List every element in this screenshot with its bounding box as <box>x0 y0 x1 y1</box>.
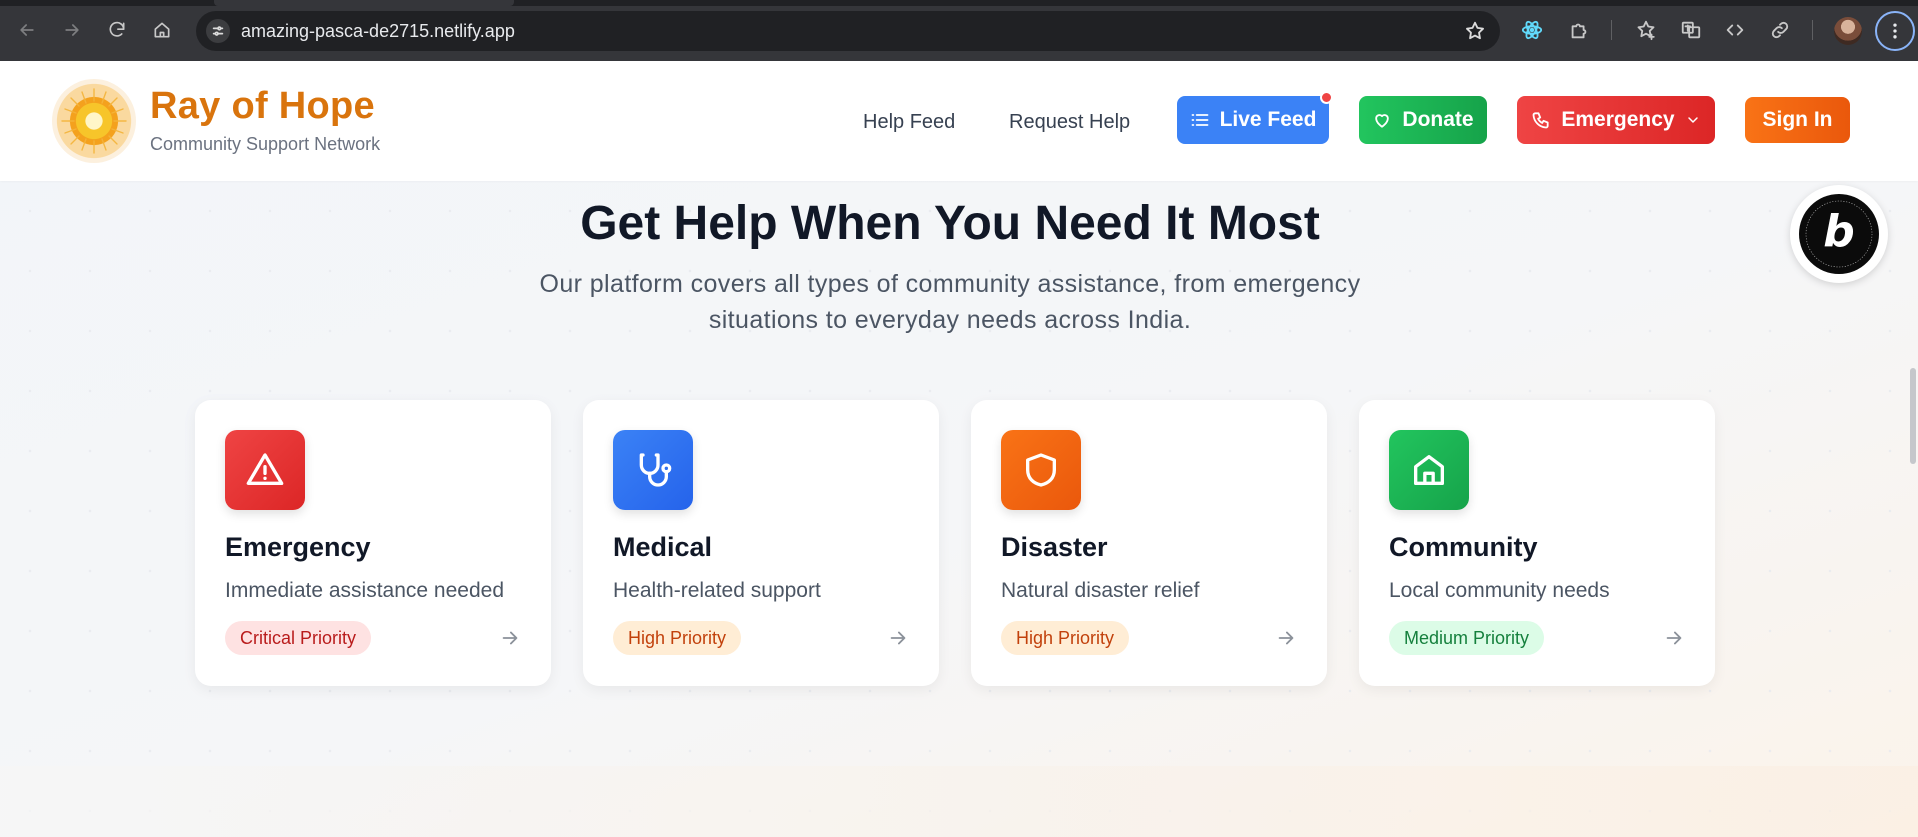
bolt-ring-text-icon <box>1805 200 1873 268</box>
page-content: Ray of Hope Community Support Network He… <box>0 61 1918 837</box>
toolbar-divider <box>1812 20 1813 40</box>
card-description: Immediate assistance needed <box>225 579 504 602</box>
bookmark-star-icon[interactable] <box>1464 20 1486 42</box>
forward-icon[interactable] <box>56 14 88 46</box>
code-icon[interactable] <box>1721 16 1749 44</box>
brand-title[interactable]: Ray of Hope <box>150 85 375 128</box>
url-text[interactable]: amazing-pasca-de2715.netlify.app <box>241 21 515 42</box>
active-tab[interactable] <box>214 0 514 6</box>
profile-avatar[interactable] <box>1834 17 1862 45</box>
extensions-icon[interactable] <box>1565 16 1593 44</box>
sun-logo-icon[interactable] <box>52 79 136 163</box>
heart-icon <box>1375 114 1390 128</box>
stethoscope-icon <box>613 430 693 510</box>
address-bar[interactable]: amazing-pasca-de2715.netlify.app <box>196 11 1500 51</box>
card-description: Local community needs <box>1389 579 1610 602</box>
card-title: Medical <box>613 532 713 562</box>
toolbar-divider <box>1611 20 1612 40</box>
back-icon[interactable] <box>11 14 43 46</box>
tab-strip <box>0 0 1918 6</box>
section-title: Get Help When You Need It Most <box>580 197 1320 250</box>
arrow-right-icon[interactable] <box>887 627 909 649</box>
card-description: Health-related support <box>613 579 821 602</box>
brand-subtitle: Community Support Network <box>150 134 381 154</box>
section-subtitle: Our platform covers all types of communi… <box>539 270 1361 334</box>
emergency-label: Emergency <box>1561 108 1675 131</box>
card-title: Community <box>1389 532 1538 562</box>
category-card-medical[interactable]: Medical Health-related support High Prio… <box>583 400 939 686</box>
card-title: Emergency <box>225 532 371 562</box>
chevron-down-icon <box>1687 117 1698 123</box>
reload-icon[interactable] <box>101 14 133 46</box>
donate-label: Donate <box>1402 108 1474 131</box>
nav-help-feed[interactable]: Help Feed <box>863 111 955 134</box>
site-info-icon[interactable] <box>206 19 230 43</box>
live-feed-label: Live Feed <box>1219 108 1317 131</box>
priority-badge: Critical Priority <box>225 621 372 655</box>
list-icon <box>1191 114 1208 126</box>
next-section-edge <box>0 766 1918 837</box>
translate-icon[interactable] <box>1677 16 1705 44</box>
arrow-right-icon[interactable] <box>499 627 521 649</box>
reading-list-icon[interactable] <box>1632 16 1660 44</box>
react-devtools-icon[interactable] <box>1518 16 1546 44</box>
live-feed-button[interactable]: Live Feed <box>1177 96 1329 144</box>
scrollbar-thumb[interactable] <box>1910 368 1916 464</box>
home-icon[interactable] <box>146 14 178 46</box>
sign-in-button[interactable]: Sign In <box>1745 97 1850 143</box>
priority-badge: Medium Priority <box>1389 621 1545 655</box>
link-icon[interactable] <box>1766 16 1794 44</box>
card-description: Natural disaster relief <box>1001 579 1200 602</box>
browser-toolbar: amazing-pasca-de2715.netlify.app <box>0 0 1918 61</box>
emergency-button[interactable]: Emergency <box>1517 96 1715 144</box>
arrow-right-icon[interactable] <box>1275 627 1297 649</box>
phone-icon <box>1532 112 1549 129</box>
nav-request-help[interactable]: Request Help <box>1009 111 1130 134</box>
donate-button[interactable]: Donate <box>1359 96 1487 144</box>
category-card-community[interactable]: Community Local community needs Medium P… <box>1359 400 1715 686</box>
priority-badge: High Priority <box>1001 621 1130 655</box>
bolt-badge[interactable]: b <box>1790 185 1888 283</box>
site-header: Ray of Hope Community Support Network He… <box>0 61 1918 181</box>
priority-badge: High Priority <box>613 621 742 655</box>
category-card-emergency[interactable]: Emergency Immediate assistance needed Cr… <box>195 400 551 686</box>
shield-icon <box>1001 430 1081 510</box>
more-menu-icon[interactable] <box>1875 11 1915 51</box>
live-indicator-dot <box>1320 91 1333 104</box>
home-icon <box>1389 430 1469 510</box>
arrow-right-icon[interactable] <box>1663 627 1685 649</box>
card-title: Disaster <box>1001 532 1108 562</box>
category-card-disaster[interactable]: Disaster Natural disaster relief High Pr… <box>971 400 1327 686</box>
alert-triangle-icon <box>225 430 305 510</box>
